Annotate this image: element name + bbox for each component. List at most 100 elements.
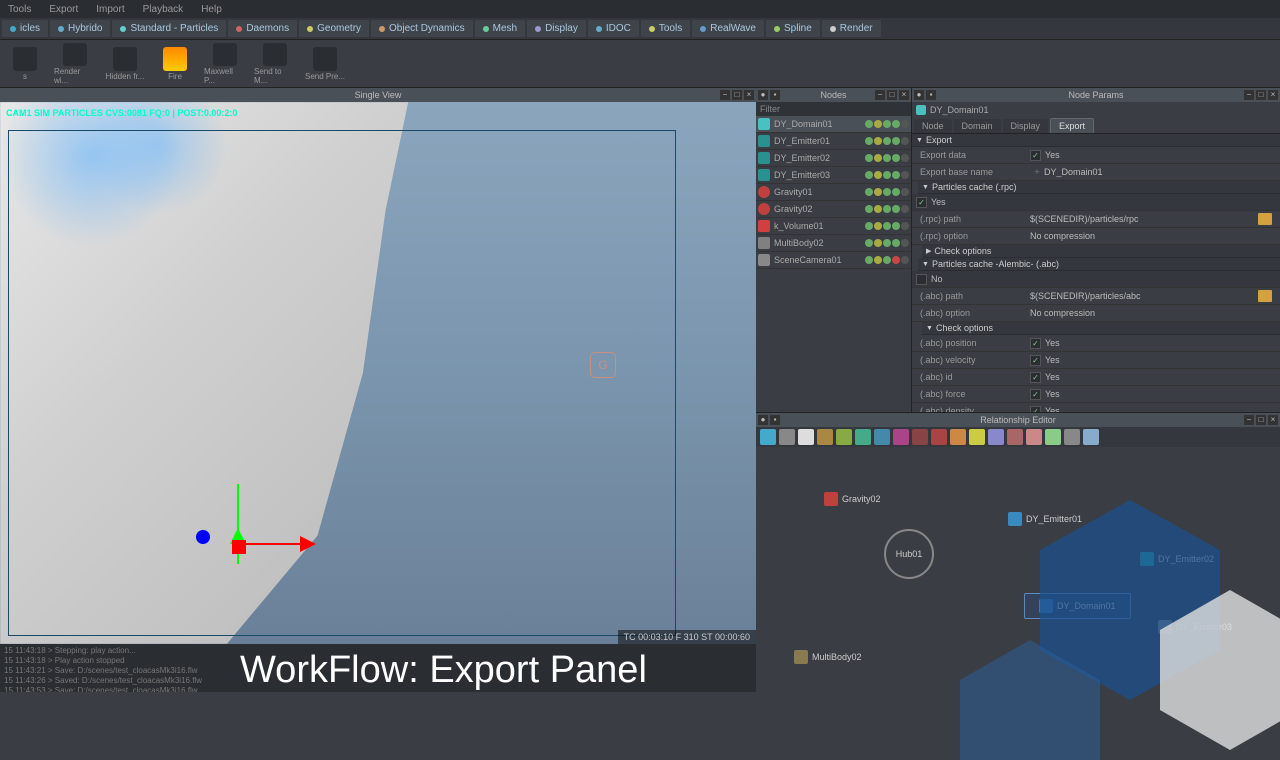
- rel-hub[interactable]: Hub01: [884, 529, 934, 579]
- shelf-tab-hybrido[interactable]: Hybrido: [50, 20, 110, 37]
- gravity-daemon-icon[interactable]: G: [590, 352, 616, 378]
- tab-node[interactable]: Node: [914, 119, 952, 133]
- tool-renderwi[interactable]: Render wi...: [54, 43, 96, 85]
- shelf-tab-mesh[interactable]: Mesh: [475, 20, 525, 37]
- browse-abc-icon[interactable]: [1258, 290, 1272, 302]
- node-row-gravity02[interactable]: Gravity02: [756, 201, 911, 218]
- shelf-tab-geometry[interactable]: Geometry: [299, 20, 369, 37]
- params-close-icon[interactable]: ×: [1268, 90, 1278, 100]
- node-row-dy_emitter03[interactable]: DY_Emitter03: [756, 167, 911, 184]
- nodes-max-icon[interactable]: □: [887, 90, 897, 100]
- tool-s[interactable]: s: [4, 43, 46, 85]
- shelf-tab-render[interactable]: Render: [822, 20, 881, 37]
- shelf-tab-daemons[interactable]: Daemons: [228, 20, 297, 37]
- node-row-dy_domain01[interactable]: DY_Domain01: [756, 116, 911, 133]
- section-rpc[interactable]: Particles cache (.rpc): [918, 181, 1280, 194]
- nodes-pin-icon[interactable]: ●: [758, 90, 768, 100]
- shelf-tab-objectdynamics[interactable]: Object Dynamics: [371, 20, 473, 37]
- shelf-tab-icles[interactable]: icles: [2, 20, 48, 37]
- browse-rpc-icon[interactable]: [1258, 213, 1272, 225]
- check-abc-force[interactable]: ✓: [1030, 389, 1041, 400]
- check-abc-position[interactable]: ✓: [1030, 338, 1041, 349]
- rel-tool-2[interactable]: [798, 429, 814, 445]
- tab-display[interactable]: Display: [1003, 119, 1049, 133]
- viewport-max-icon[interactable]: □: [732, 90, 742, 100]
- rel-node-dy_emitter01[interactable]: DY_Emitter01: [1000, 509, 1090, 529]
- tab-export[interactable]: Export: [1050, 118, 1094, 133]
- node-row-multibody02[interactable]: MultiBody02: [756, 235, 911, 252]
- rel-canvas[interactable]: Hub01 Gravity02 DY_Emitter01 DY_Emitter02 D…: [756, 447, 1280, 692]
- node-row-scenecamera01[interactable]: SceneCamera01: [756, 252, 911, 269]
- rel-tool-11[interactable]: [969, 429, 985, 445]
- shelf-tab-idoc[interactable]: IDOC: [588, 20, 639, 37]
- viewport-close-icon[interactable]: ×: [744, 90, 754, 100]
- nodes-opt-icon[interactable]: ▪: [770, 90, 780, 100]
- rel-node-gravity02[interactable]: Gravity02: [816, 489, 889, 509]
- check-abc[interactable]: [916, 274, 927, 285]
- tab-domain[interactable]: Domain: [954, 119, 1001, 133]
- section-abc-check[interactable]: Check options: [922, 322, 1280, 335]
- nodes-close-icon[interactable]: ×: [899, 90, 909, 100]
- rel-node-multibody02[interactable]: MultiBody02: [786, 647, 870, 667]
- shelf-tab-realwave[interactable]: RealWave: [692, 20, 764, 37]
- rel-tool-3[interactable]: [817, 429, 833, 445]
- transform-gizmo[interactable]: [200, 444, 320, 564]
- rel-tool-12[interactable]: [988, 429, 1004, 445]
- node-row-gravity01[interactable]: Gravity01: [756, 184, 911, 201]
- rel-tool-14[interactable]: [1026, 429, 1042, 445]
- rel-tool-9[interactable]: [931, 429, 947, 445]
- select-rpc-option[interactable]: No compression: [1030, 231, 1272, 241]
- tool-fire[interactable]: Fire: [154, 43, 196, 85]
- rel-tool-13[interactable]: [1007, 429, 1023, 445]
- rel-min-icon[interactable]: −: [1244, 415, 1254, 425]
- rel-tool-5[interactable]: [855, 429, 871, 445]
- check-abc-id[interactable]: ✓: [1030, 372, 1041, 383]
- section-rpc-check[interactable]: Check options: [922, 245, 1280, 258]
- shelf-tab-display[interactable]: Display: [527, 20, 586, 37]
- menu-tools[interactable]: Tools: [8, 4, 31, 15]
- node-row-k_volume01[interactable]: k_Volume01: [756, 218, 911, 235]
- input-base-name[interactable]: DY_Domain01: [1044, 167, 1272, 177]
- section-abc[interactable]: Particles cache -Alembic- (.abc): [918, 258, 1280, 271]
- rel-tool-8[interactable]: [912, 429, 928, 445]
- nodes-filter-input[interactable]: Filter: [756, 102, 911, 116]
- rel-node-dy_domain01[interactable]: DY_Domain01: [1024, 593, 1131, 619]
- check-abc-velocity[interactable]: ✓: [1030, 355, 1041, 366]
- params-opt-icon[interactable]: ▪: [926, 90, 936, 100]
- shelf-tab-tools[interactable]: Tools: [641, 20, 690, 37]
- rel-tool-0[interactable]: [760, 429, 776, 445]
- menu-playback[interactable]: Playback: [143, 4, 184, 15]
- rel-tool-4[interactable]: [836, 429, 852, 445]
- rel-node-dy_emitter02[interactable]: DY_Emitter02: [1132, 549, 1222, 569]
- tool-hiddenfr[interactable]: Hidden fr...: [104, 43, 146, 85]
- tool-sendtom[interactable]: Send to M...: [254, 43, 296, 85]
- check-export-data[interactable]: ✓: [1030, 150, 1041, 161]
- node-row-dy_emitter02[interactable]: DY_Emitter02: [756, 150, 911, 167]
- check-rpc[interactable]: ✓: [916, 197, 927, 208]
- rel-close-icon[interactable]: ×: [1268, 415, 1278, 425]
- rel-tool-7[interactable]: [893, 429, 909, 445]
- menu-export[interactable]: Export: [49, 4, 78, 15]
- rel-max-icon[interactable]: □: [1256, 415, 1266, 425]
- shelf-tab-spline[interactable]: Spline: [766, 20, 820, 37]
- rel-opt-icon[interactable]: ▪: [770, 415, 780, 425]
- shelf-tab-standardparticles[interactable]: Standard - Particles: [112, 20, 226, 37]
- rel-tool-16[interactable]: [1064, 429, 1080, 445]
- rel-tool-17[interactable]: [1083, 429, 1099, 445]
- tool-maxwellp[interactable]: Maxwell P...: [204, 43, 246, 85]
- params-max-icon[interactable]: □: [1256, 90, 1266, 100]
- rel-tool-10[interactable]: [950, 429, 966, 445]
- section-export[interactable]: Export: [912, 134, 1280, 147]
- rel-tool-1[interactable]: [779, 429, 795, 445]
- select-abc-option[interactable]: No compression: [1030, 308, 1272, 318]
- node-row-dy_emitter01[interactable]: DY_Emitter01: [756, 133, 911, 150]
- gizmo-center[interactable]: [232, 540, 246, 554]
- rel-node-dy_emitter03[interactable]: DY_Emitter03: [1150, 617, 1240, 637]
- input-rpc-path[interactable]: $(SCENEDIR)/particles/rpc: [1030, 214, 1258, 224]
- menu-import[interactable]: Import: [96, 4, 124, 15]
- input-abc-path[interactable]: $(SCENEDIR)/particles/abc: [1030, 291, 1258, 301]
- gizmo-z-axis[interactable]: [196, 530, 210, 544]
- nodes-min-icon[interactable]: −: [875, 90, 885, 100]
- menu-help[interactable]: Help: [201, 4, 222, 15]
- rel-tool-6[interactable]: [874, 429, 890, 445]
